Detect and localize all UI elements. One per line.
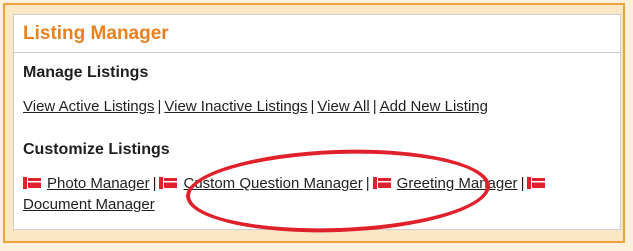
separator: | bbox=[152, 175, 157, 192]
manage-listings-heading: Manage Listings bbox=[23, 64, 149, 81]
separator: | bbox=[157, 98, 162, 115]
separator: | bbox=[365, 175, 370, 192]
add-new-listing-link[interactable]: Add New Listing bbox=[380, 98, 488, 115]
folder-icon bbox=[527, 177, 546, 189]
greeting-manager-link[interactable]: Greeting Manager bbox=[397, 175, 518, 192]
listing-manager-panel: Listing Manager Manage Listings View Act… bbox=[13, 14, 621, 230]
customize-listings-heading: Customize Listings bbox=[23, 141, 170, 158]
separator: | bbox=[310, 98, 315, 115]
view-inactive-listings-link[interactable]: View Inactive Listings bbox=[164, 98, 307, 115]
view-active-listings-link[interactable]: View Active Listings bbox=[23, 98, 154, 115]
custom-question-manager-link[interactable]: Custom Question Manager bbox=[183, 175, 362, 192]
panel-title-bar: Listing Manager bbox=[14, 15, 620, 53]
folder-icon bbox=[23, 177, 41, 189]
view-all-link[interactable]: View All bbox=[317, 98, 369, 115]
manage-links: View Active Listings | View Inactive Listi… bbox=[23, 98, 488, 115]
panel-title: Listing Manager bbox=[23, 23, 169, 44]
photo-manager-link[interactable]: Photo Manager bbox=[47, 175, 150, 192]
separator: | bbox=[372, 98, 377, 115]
folder-icon bbox=[159, 177, 178, 189]
document-manager-link[interactable]: Document Manager bbox=[23, 196, 155, 213]
customize-links: Photo Manager | Custom Question Manager | Gr… bbox=[23, 173, 608, 215]
folder-icon bbox=[372, 177, 391, 189]
separator: | bbox=[520, 175, 525, 192]
